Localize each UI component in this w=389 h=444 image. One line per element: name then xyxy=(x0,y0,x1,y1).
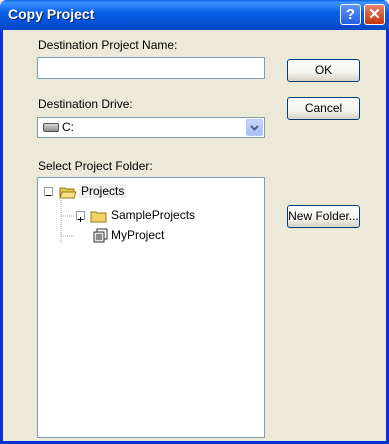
new-folder-button[interactable]: New Folder... xyxy=(287,205,360,228)
destination-drive-select[interactable]: C: xyxy=(37,117,265,138)
copy-project-dialog: Copy Project ? ✕ Destination Project Nam… xyxy=(0,0,389,444)
project-icon xyxy=(93,228,108,246)
drive-icon xyxy=(43,123,59,132)
folder-open-icon xyxy=(59,186,77,202)
window-title: Copy Project xyxy=(8,6,95,22)
collapse-toggle[interactable] xyxy=(44,187,53,196)
project-folder-tree[interactable]: Projects SampleProjects MyProject xyxy=(37,177,265,438)
title-bar[interactable]: Copy Project ? ✕ xyxy=(0,0,389,30)
tree-node-myproject[interactable]: MyProject xyxy=(111,228,164,242)
project-folder-label: Select Project Folder: xyxy=(38,159,153,173)
expand-toggle[interactable] xyxy=(76,211,85,222)
tree-node-sampleprojects[interactable]: SampleProjects xyxy=(111,208,195,222)
tree-node-label: Projects xyxy=(81,184,125,198)
destination-name-input[interactable] xyxy=(37,57,265,79)
ok-button[interactable]: OK xyxy=(287,59,360,82)
tree-node-projects[interactable]: Projects xyxy=(79,184,127,198)
close-button[interactable]: ✕ xyxy=(364,4,385,25)
dialog-body: Destination Project Name: Destination Dr… xyxy=(3,30,386,441)
cancel-button[interactable]: Cancel xyxy=(287,97,360,120)
tree-node-label: SampleProjects xyxy=(111,208,196,222)
help-button[interactable]: ? xyxy=(340,4,361,25)
chevron-down-icon[interactable] xyxy=(246,119,263,136)
selected-drive: C: xyxy=(62,120,74,134)
folder-icon xyxy=(90,210,108,226)
destination-drive-label: Destination Drive: xyxy=(38,97,133,111)
tree-node-label: MyProject xyxy=(111,228,165,242)
destination-name-label: Destination Project Name: xyxy=(38,38,178,52)
